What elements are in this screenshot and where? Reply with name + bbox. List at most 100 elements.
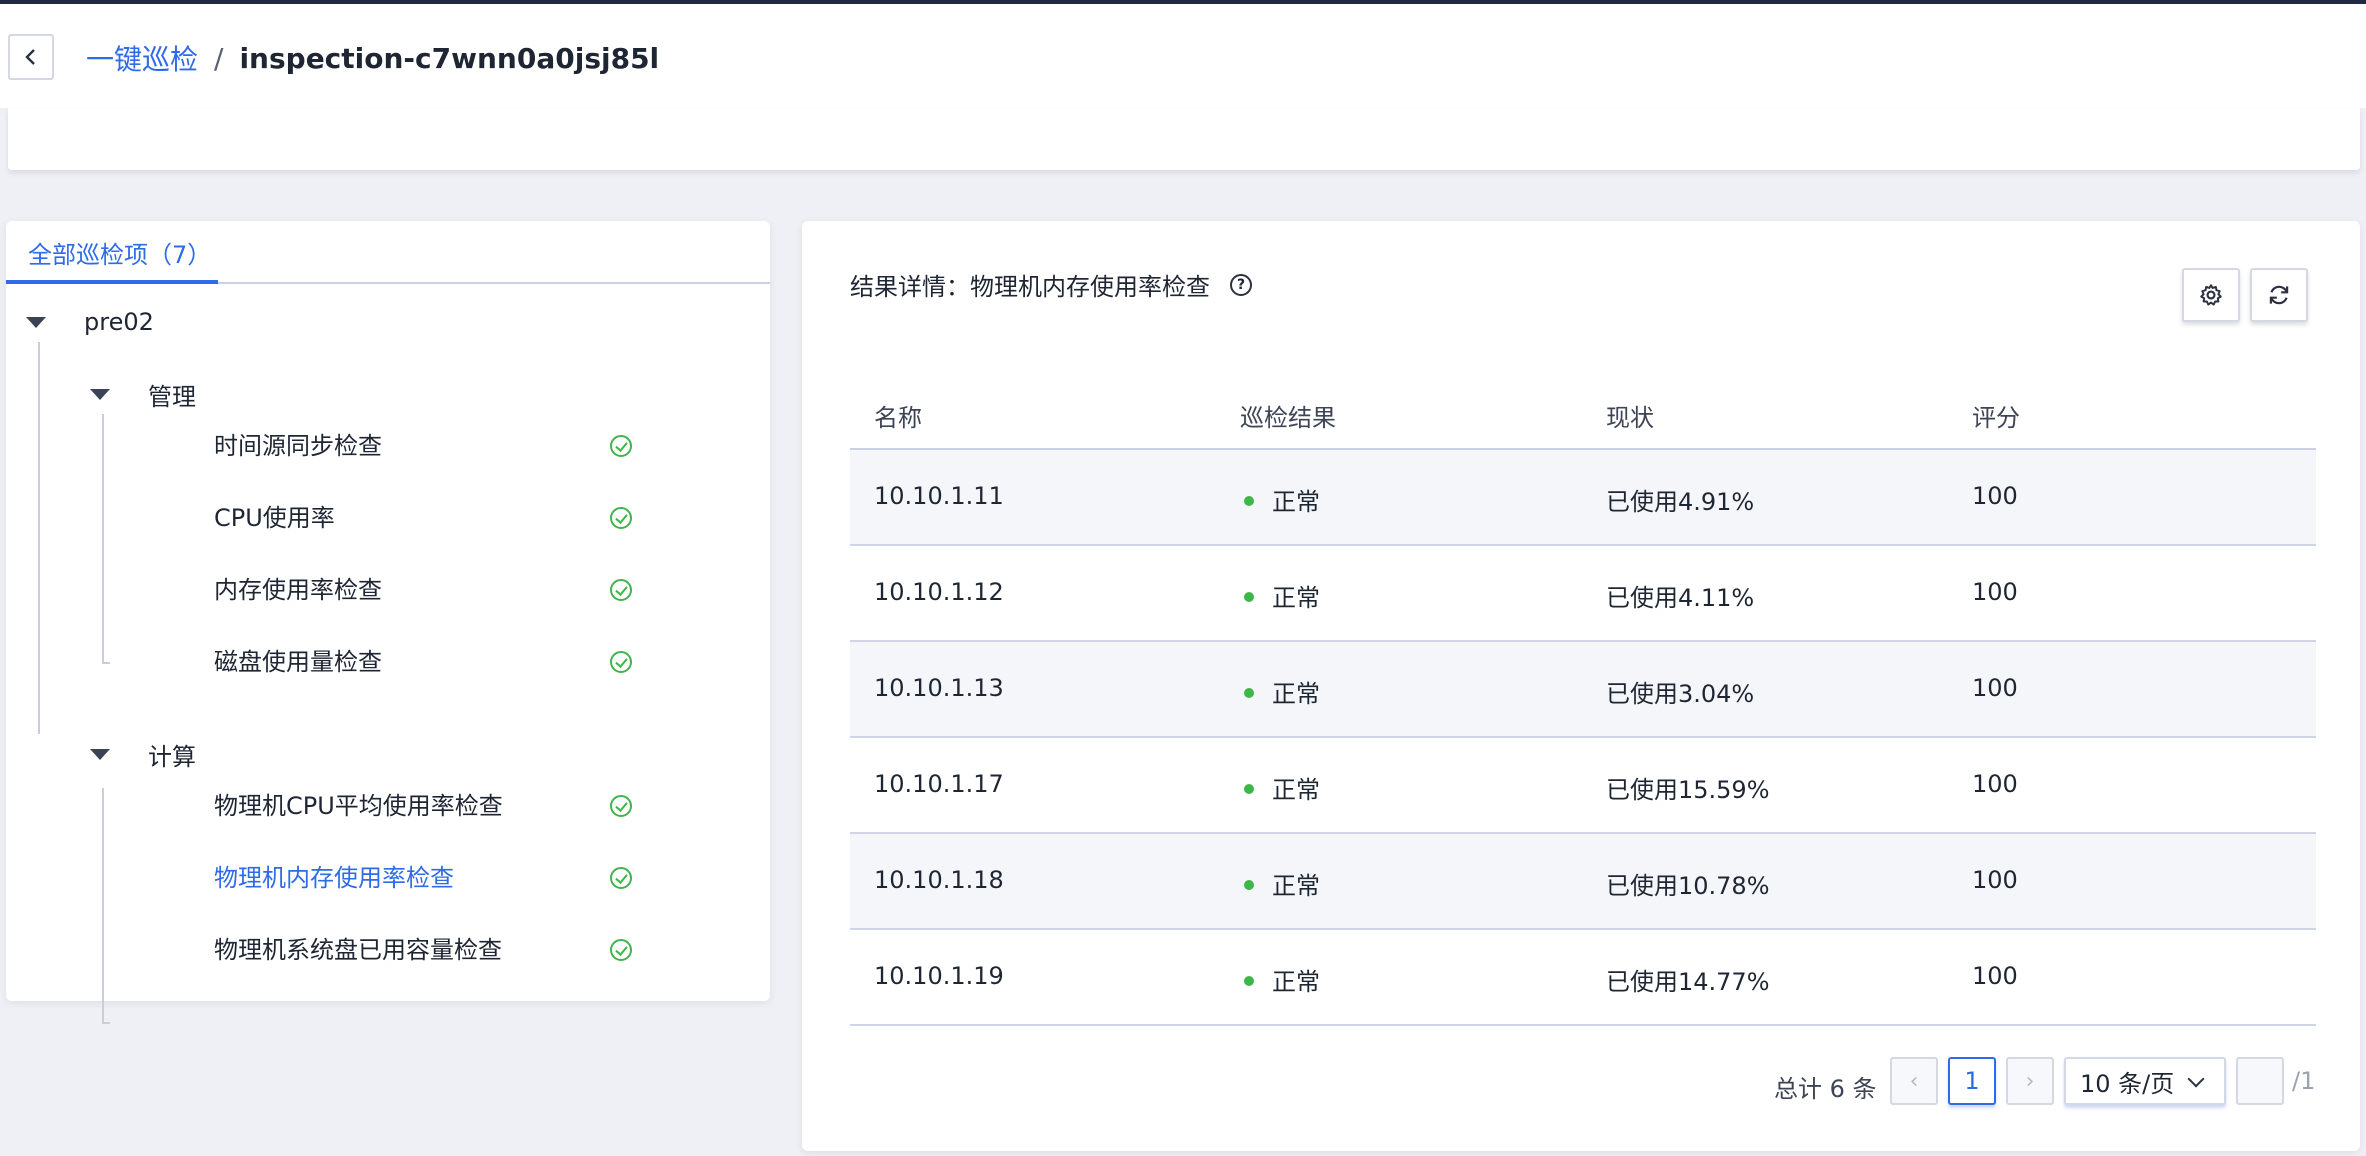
table-row[interactable]: 10.10.1.11 正常 已使用4.91% 100 xyxy=(850,450,2316,546)
tree-leaf[interactable]: 物理机CPU平均使用率检查 xyxy=(214,788,503,824)
result-title-text: 结果详情：物理机内存使用率检查 xyxy=(850,273,1210,301)
tree-leaf-active[interactable]: 物理机内存使用率检查 xyxy=(214,860,454,896)
breadcrumb-link-inspection[interactable]: 一键巡检 xyxy=(86,38,198,78)
chevron-down-icon xyxy=(2187,1070,2205,1088)
tree-guide-line xyxy=(102,788,110,1024)
back-button[interactable] xyxy=(8,34,54,80)
cell-name: 10.10.1.17 xyxy=(874,770,1004,798)
cell-status: 已使用4.11% xyxy=(1606,584,1755,612)
cell-name: 10.10.1.12 xyxy=(874,578,1004,606)
check-circle-icon xyxy=(610,651,632,673)
cell-status: 已使用10.78% xyxy=(1606,872,1770,900)
tree-node-label: pre02 xyxy=(84,308,154,336)
tree-node-group-compute[interactable]: 计算 xyxy=(90,734,196,774)
tree-leaf[interactable]: 时间源同步检查 xyxy=(214,428,382,464)
tree-leaf[interactable]: 磁盘使用量检查 xyxy=(214,644,382,680)
check-circle-icon xyxy=(610,867,632,889)
cell-result-text: 正常 xyxy=(1272,680,1320,708)
cell-result: 正常 xyxy=(1244,674,1320,709)
status-dot-icon xyxy=(1244,592,1254,602)
table-row[interactable]: 10.10.1.17 正常 已使用15.59% 100 xyxy=(850,738,2316,834)
status-dot-icon xyxy=(1244,976,1254,986)
cell-status: 已使用3.04% xyxy=(1606,680,1755,708)
cell-score: 100 xyxy=(1972,866,2018,894)
tree-leaf[interactable]: 内存使用率检查 xyxy=(214,572,382,608)
result-table: 名称 巡检结果 现状 评分 10.10.1.11 正常 已使用4.91% 100… xyxy=(850,368,2316,1026)
caret-down-icon[interactable] xyxy=(90,748,110,760)
tree-leaf[interactable]: CPU使用率 xyxy=(214,500,335,536)
table-row[interactable]: 10.10.1.18 正常 已使用10.78% 100 xyxy=(850,834,2316,930)
breadcrumb-current: inspection-c7wnn0a0jsj85l xyxy=(239,41,660,75)
cell-score: 100 xyxy=(1972,674,2018,702)
status-dot-icon xyxy=(1244,880,1254,890)
prev-page-button[interactable]: ‹ xyxy=(1890,1057,1938,1105)
page-size-value: 10 条/页 xyxy=(2080,1069,2175,1098)
cell-result: 正常 xyxy=(1244,482,1320,517)
result-detail-panel: 结果详情：物理机内存使用率检查 ? 名称 巡检结果 现状 评分 10.10.1.… xyxy=(802,221,2360,1151)
cell-score: 100 xyxy=(1972,578,2018,606)
caret-down-icon[interactable] xyxy=(26,316,46,328)
cell-name: 10.10.1.11 xyxy=(874,482,1004,510)
cell-result-text: 正常 xyxy=(1272,968,1320,996)
tree-guide-line xyxy=(102,414,110,664)
tree-node-group-manage[interactable]: 管理 xyxy=(90,374,196,414)
cell-result-text: 正常 xyxy=(1272,776,1320,804)
settings-button[interactable] xyxy=(2182,268,2240,322)
tree-node-label: 计算 xyxy=(148,742,196,771)
cell-status: 已使用4.91% xyxy=(1606,488,1755,516)
check-circle-icon xyxy=(610,507,632,529)
status-dot-icon xyxy=(1244,688,1254,698)
chevron-left-icon xyxy=(25,49,35,65)
status-dot-icon xyxy=(1244,784,1254,794)
cell-name: 10.10.1.19 xyxy=(874,962,1004,990)
caret-down-icon[interactable] xyxy=(90,388,110,400)
tree-node-label: 管理 xyxy=(148,382,196,411)
header-card xyxy=(8,108,2360,170)
page-size-select[interactable]: 10 条/页 xyxy=(2064,1057,2226,1105)
breadcrumb-separator: / xyxy=(214,41,224,75)
cell-status: 已使用14.77% xyxy=(1606,968,1770,996)
page-number-current[interactable]: 1 xyxy=(1948,1057,1996,1105)
page-total: /1 xyxy=(2292,1067,2316,1095)
column-header-name: 名称 xyxy=(874,404,922,432)
tab-all-items[interactable]: 全部巡检项（7） xyxy=(6,221,218,284)
cell-result-text: 正常 xyxy=(1272,872,1320,900)
check-circle-icon xyxy=(610,795,632,817)
help-circle-icon[interactable]: ? xyxy=(1230,273,1252,296)
refresh-button[interactable] xyxy=(2250,268,2308,322)
table-row[interactable]: 10.10.1.13 正常 已使用3.04% 100 xyxy=(850,642,2316,738)
tree-node-root[interactable]: pre02 xyxy=(26,302,154,342)
result-title: 结果详情：物理机内存使用率检查 ? xyxy=(850,267,1252,302)
pagination-total: 总计 6 条 xyxy=(1774,1075,1877,1103)
page-jump-input[interactable] xyxy=(2236,1057,2284,1105)
tree-guide-line xyxy=(38,342,40,734)
check-circle-icon xyxy=(610,939,632,961)
cell-name: 10.10.1.18 xyxy=(874,866,1004,894)
cell-result: 正常 xyxy=(1244,962,1320,997)
cell-status: 已使用15.59% xyxy=(1606,776,1770,804)
table-row[interactable]: 10.10.1.19 正常 已使用14.77% 100 xyxy=(850,930,2316,1026)
cell-score: 100 xyxy=(1972,962,2018,990)
chevron-right-icon: › xyxy=(2025,1068,2035,1094)
check-circle-icon xyxy=(610,435,632,457)
status-dot-icon xyxy=(1244,496,1254,506)
cell-result-text: 正常 xyxy=(1272,488,1320,516)
cell-name: 10.10.1.13 xyxy=(874,674,1004,702)
inspection-tree-panel: 全部巡检项（7） pre02 管理 时间源同步检查 CPU使用率 内存使用率检查… xyxy=(6,221,770,1024)
check-circle-icon xyxy=(610,579,632,601)
tab-bar: 全部巡检项（7） xyxy=(6,221,770,284)
next-page-button[interactable]: › xyxy=(2006,1057,2054,1105)
column-header-status: 现状 xyxy=(1606,404,1654,432)
gear-icon xyxy=(2200,284,2222,306)
table-row[interactable]: 10.10.1.12 正常 已使用4.11% 100 xyxy=(850,546,2316,642)
column-header-score: 评分 xyxy=(1972,404,2020,432)
page-header: 一键巡检 / inspection-c7wnn0a0jsj85l xyxy=(0,4,2366,108)
tree-leaf[interactable]: 物理机系统盘已用容量检查 xyxy=(214,932,502,968)
cell-score: 100 xyxy=(1972,482,2018,510)
chevron-left-icon: ‹ xyxy=(1909,1068,1919,1094)
cell-score: 100 xyxy=(1972,770,2018,798)
cell-result: 正常 xyxy=(1244,866,1320,901)
cell-result: 正常 xyxy=(1244,578,1320,613)
cell-result-text: 正常 xyxy=(1272,584,1320,612)
column-header-result: 巡检结果 xyxy=(1240,404,1336,432)
